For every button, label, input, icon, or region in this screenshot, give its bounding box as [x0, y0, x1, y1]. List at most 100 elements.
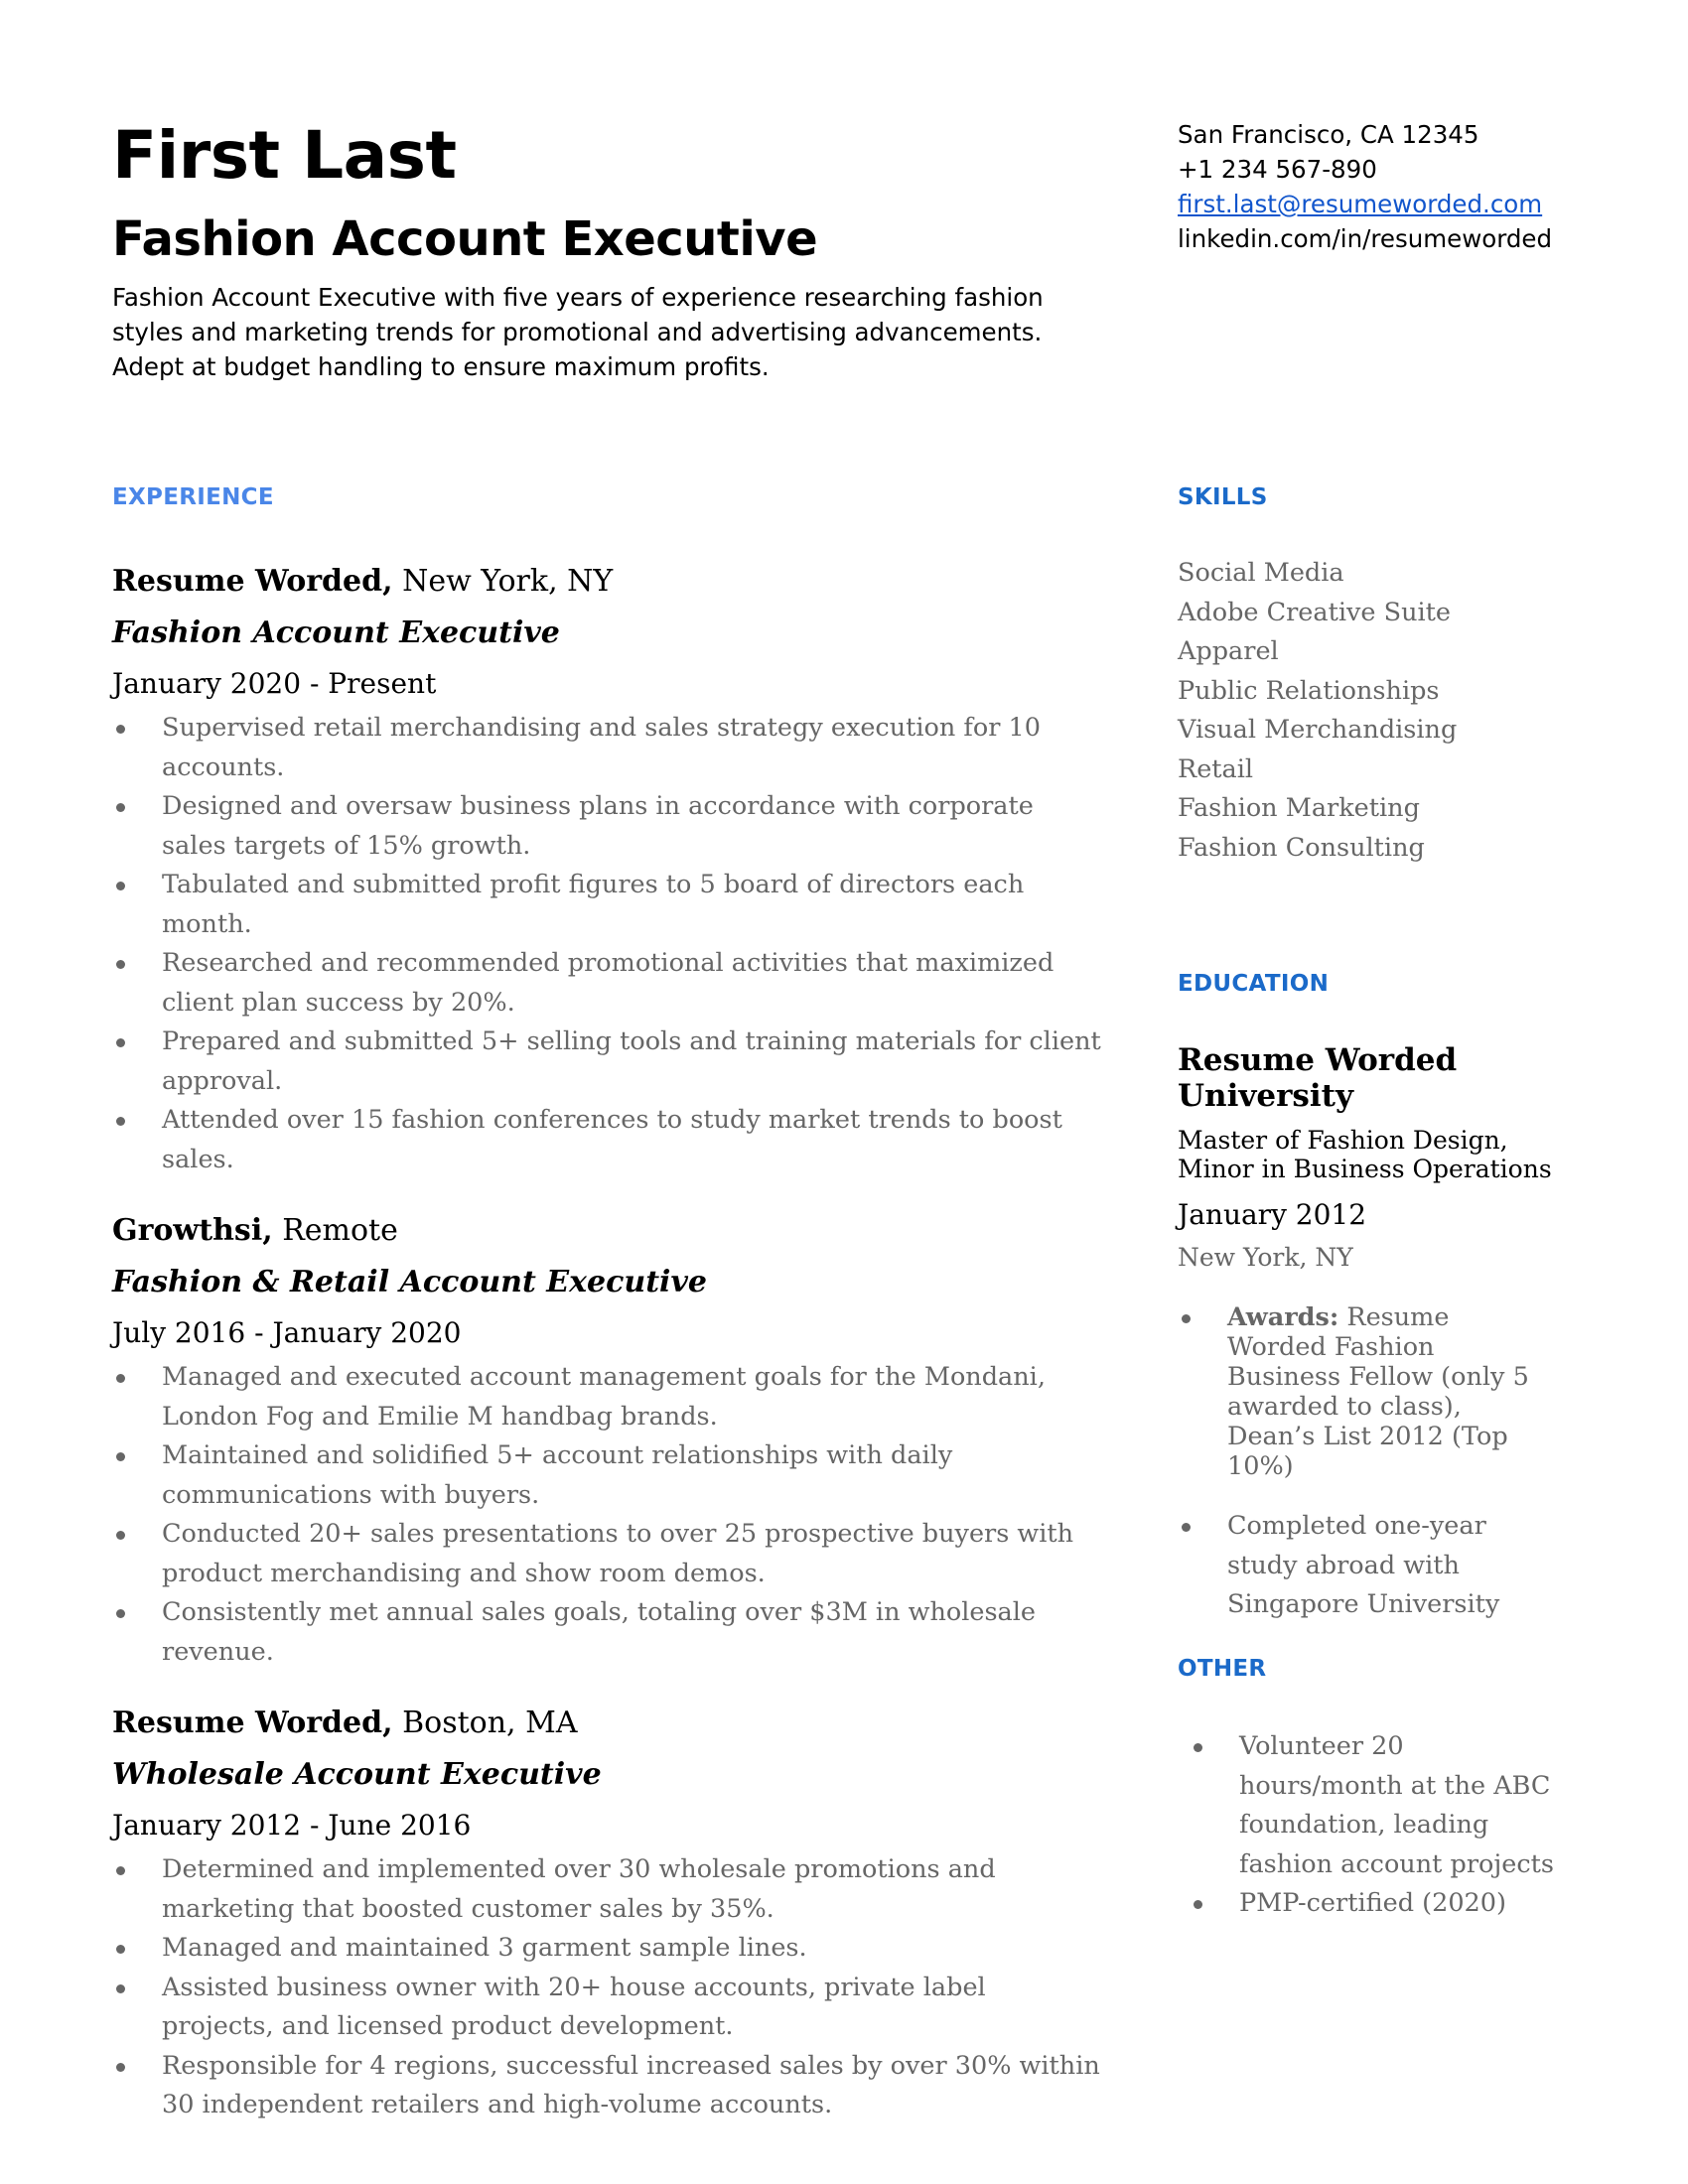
bullet-text: Attended over 15 fashion conferences to … — [162, 1105, 1062, 1174]
job-bullet: Attended over 15 fashion conferences to … — [112, 1101, 1105, 1179]
bullet-text: Volunteer 20 hours/month at the ABC foun… — [1239, 1731, 1554, 1879]
education-bullet: Awards: Resume Worded Fashion Business F… — [1178, 1302, 1555, 1481]
job-bullet: Conducted 20+ sales presentations to ove… — [112, 1515, 1105, 1593]
experience-heading: EXPERIENCE — [112, 484, 274, 510]
bullet-text: Consistently met annual sales goals, tot… — [162, 1597, 1036, 1667]
contact-block: San Francisco, CA 12345 +1 234 567-890 f… — [1178, 117, 1552, 256]
bullet-icon — [116, 1983, 125, 1993]
bullet-text: Prepared and submitted 5+ selling tools … — [162, 1026, 1101, 1096]
skill-item: Visual Merchandising — [1178, 715, 1458, 745]
bullet-text: Designed and oversaw business plans in a… — [162, 791, 1034, 861]
bullet-text: Supervised retail merchandising and sale… — [162, 713, 1041, 782]
bullet-icon — [116, 1452, 125, 1461]
job-role: Fashion Account Executive — [112, 615, 560, 650]
job-location: Boston, MA — [392, 1706, 578, 1740]
bullet-text: Assisted business owner with 20+ house a… — [162, 1972, 986, 2042]
bullet-icon — [116, 1945, 125, 1954]
job-bullet: Supervised retail merchandising and sale… — [112, 709, 1105, 787]
bullet-icon — [1182, 1523, 1191, 1532]
bullet-icon — [116, 1866, 125, 1875]
bullet-icon — [116, 1117, 125, 1126]
candidate-name: First Last — [112, 117, 457, 194]
job-dates: July 2016 - January 2020 — [112, 1316, 462, 1349]
job-entry: Growthsi, Remote Fashion & Retail Accoun… — [112, 1205, 1105, 1672]
job-bullet: Determined and implemented over 30 whole… — [112, 1850, 1105, 1929]
candidate-title: Fashion Account Executive — [112, 211, 818, 267]
job-bullet: Designed and oversaw business plans in a… — [112, 787, 1105, 866]
education-bullet: Completed one-year study abroad with Sin… — [1178, 1507, 1555, 1625]
bullet-icon — [116, 803, 125, 812]
job-bullet: Managed and executed account management … — [112, 1358, 1105, 1436]
other-heading: OTHER — [1178, 1656, 1267, 1682]
education-bullets: Awards: Resume Worded Fashion Business F… — [1178, 1302, 1555, 1625]
skill-item: Adobe Creative Suite — [1178, 597, 1451, 627]
bullet-text: Tabulated and submitted profit figures t… — [162, 870, 1025, 939]
education-section: Resume Worded University Master of Fashi… — [1178, 1042, 1555, 1625]
job-bullets: Determined and implemented over 30 whole… — [112, 1850, 1105, 2125]
bullet-text: Determined and implemented over 30 whole… — [162, 1854, 996, 1924]
job-company-line: Resume Worded, New York, NY — [112, 556, 1105, 608]
job-bullets: Supervised retail merchandising and sale… — [112, 709, 1105, 1179]
other-item: Volunteer 20 hours/month at the ABC foun… — [1190, 1727, 1567, 1884]
other-item: PMP-certified (2020) — [1190, 1884, 1567, 1924]
job-entry: Resume Worded, New York, NY Fashion Acco… — [112, 556, 1105, 1179]
bullet-icon — [116, 2062, 125, 2072]
bullet-text: Conducted 20+ sales presentations to ove… — [162, 1519, 1074, 1588]
skill-item: Apparel — [1178, 636, 1279, 666]
bullet-text: Researched and recommended promotional a… — [162, 948, 1055, 1018]
education-location: New York, NY — [1178, 1243, 1353, 1272]
job-location: Remote — [272, 1213, 398, 1248]
summary: Fashion Account Executive with five year… — [112, 283, 1044, 381]
experience-section: Resume Worded, New York, NY Fashion Acco… — [112, 556, 1105, 2151]
job-company: Growthsi, — [112, 1213, 273, 1248]
skill-item: Retail — [1178, 753, 1254, 784]
job-company-line: Growthsi, Remote — [112, 1205, 1105, 1257]
bullet-icon — [116, 1609, 125, 1618]
contact-email-link[interactable]: first.last@resumeworded.com — [1178, 190, 1542, 218]
job-bullet: Consistently met annual sales goals, tot… — [112, 1593, 1105, 1672]
job-bullet: Managed and maintained 3 garment sample … — [112, 1929, 1105, 1969]
job-bullet: Responsible for 4 regions, successful in… — [112, 2047, 1105, 2125]
bullet-icon — [1194, 1900, 1202, 1909]
job-bullet: Assisted business owner with 20+ house a… — [112, 1969, 1105, 2047]
job-bullet: Researched and recommended promotional a… — [112, 944, 1105, 1023]
job-bullet: Prepared and submitted 5+ selling tools … — [112, 1023, 1105, 1101]
school-name: Resume Worded University — [1178, 1042, 1458, 1114]
skill-item: Social Media — [1178, 558, 1344, 588]
skills-heading: SKILLS — [1178, 484, 1268, 510]
bullet-text: Managed and maintained 3 garment sample … — [162, 1933, 807, 1963]
degree-line: Master of Fashion Design, — [1178, 1126, 1508, 1155]
job-role: Fashion & Retail Account Executive — [112, 1265, 707, 1299]
bullet-icon — [116, 1374, 125, 1383]
job-location: New York, NY — [392, 564, 614, 599]
job-dates: January 2020 - Present — [112, 667, 437, 700]
bullet-icon — [116, 882, 125, 890]
job-entry: Resume Worded, Boston, MA Wholesale Acco… — [112, 1698, 1105, 2125]
education-date: January 2012 — [1178, 1198, 1367, 1231]
contact-phone: +1 234 567-890 — [1178, 155, 1377, 184]
bullet-text: Maintained and solidified 5+ account rel… — [162, 1440, 953, 1510]
job-dates: January 2012 - June 2016 — [112, 1809, 472, 1842]
education-heading: EDUCATION — [1178, 971, 1330, 997]
job-bullets: Managed and executed account management … — [112, 1358, 1105, 1672]
skill-item: Fashion Consulting — [1178, 832, 1425, 863]
job-company: Resume Worded, — [112, 564, 393, 599]
skill-item: Public Relationships — [1178, 675, 1440, 706]
awards-label: Awards: — [1227, 1302, 1339, 1332]
job-role: Wholesale Account Executive — [112, 1757, 602, 1792]
bullet-icon — [116, 725, 125, 734]
bullet-icon — [116, 1531, 125, 1540]
job-bullet: Tabulated and submitted profit figures t… — [112, 866, 1105, 944]
job-company: Resume Worded, — [112, 1706, 393, 1740]
degree-line: Minor in Business Operations — [1178, 1155, 1552, 1183]
bullet-text: Completed one-year study abroad with Sin… — [1227, 1511, 1500, 1619]
degree: Master of Fashion Design, Minor in Busin… — [1178, 1126, 1555, 1183]
contact-location: San Francisco, CA 12345 — [1178, 120, 1479, 149]
other-list: Volunteer 20 hours/month at the ABC foun… — [1190, 1727, 1567, 1924]
job-company-line: Resume Worded, Boston, MA — [112, 1698, 1105, 1749]
contact-linkedin: linkedin.com/in/resumeworded — [1178, 224, 1553, 253]
bullet-icon — [1182, 1314, 1191, 1323]
bullet-text: Responsible for 4 regions, successful in… — [162, 2050, 1100, 2120]
job-bullet: Maintained and solidified 5+ account rel… — [112, 1436, 1105, 1515]
bullet-icon — [116, 1038, 125, 1047]
